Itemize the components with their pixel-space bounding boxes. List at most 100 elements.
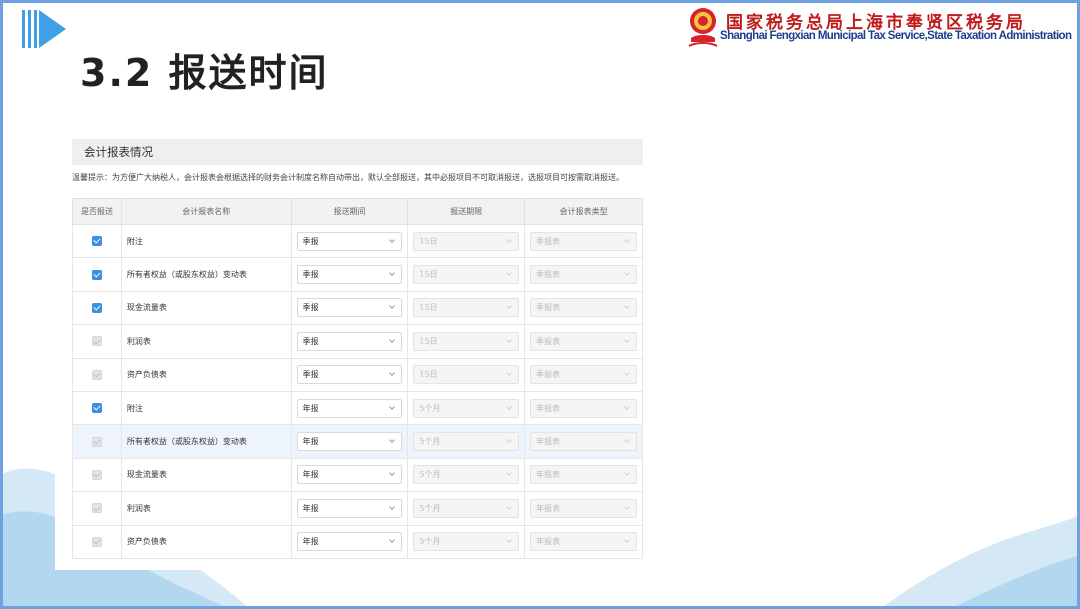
period-value: 季报 [302, 370, 319, 380]
report-name-cell: 附注 [120, 390, 292, 426]
type-select: 年报表 [530, 465, 637, 485]
chevron-down-icon [389, 470, 396, 477]
type-select: 季报表 [530, 331, 637, 351]
header-deadline: 报送期限 [407, 198, 526, 225]
period-select[interactable]: 季报 [296, 331, 403, 351]
type-select: 年报表 [530, 432, 637, 452]
period-select[interactable]: 季报 [296, 265, 403, 285]
period-value: 年报 [302, 537, 319, 547]
table-row: 利润表 年报 5个月 年报表 [72, 491, 643, 526]
table-row: 附注 季报 15日 季报表 [72, 223, 643, 259]
deadline-value: 15日 [419, 370, 438, 380]
type-select: 季报表 [530, 231, 637, 251]
deadline-select: 5个月 [413, 398, 520, 418]
type-value: 季报表 [536, 303, 561, 313]
deadline-select: 15日 [413, 331, 520, 351]
chevron-down-icon [624, 370, 630, 377]
chevron-down-icon [506, 236, 513, 243]
header-name: 会计报表名称 [120, 198, 292, 225]
period-value: 年报 [302, 503, 319, 513]
period-select[interactable]: 季报 [296, 365, 403, 385]
report-checkbox[interactable] [91, 269, 102, 280]
table-row: 所有者权益（或股东权益）变动表 年报 5个月 年报表 [72, 424, 643, 459]
chevron-down-icon [389, 337, 396, 343]
report-checkbox[interactable] [91, 403, 102, 414]
report-name-cell: 利润表 [120, 491, 292, 526]
period-value: 年报 [302, 470, 319, 480]
chevron-down-icon [389, 537, 396, 544]
type-value: 年报表 [536, 403, 561, 413]
deadline-value: 5个月 [419, 470, 441, 480]
period-select[interactable]: 年报 [296, 398, 403, 418]
type-value: 季报表 [536, 336, 561, 346]
section-title: 会计报表情况 [72, 139, 643, 165]
table-row: 附注 年报 5个月 年报表 [72, 390, 643, 426]
period-select[interactable]: 年报 [296, 532, 403, 552]
chevron-down-icon [624, 270, 630, 276]
type-value: 年报表 [536, 537, 561, 547]
type-select: 季报表 [530, 265, 637, 285]
type-value: 年报表 [536, 437, 561, 447]
deadline-value: 5个月 [419, 537, 441, 547]
period-value: 季报 [302, 270, 319, 280]
period-value: 季报 [302, 236, 319, 246]
type-select: 年报表 [530, 532, 637, 552]
period-select[interactable]: 年报 [296, 432, 403, 452]
period-value: 年报 [302, 403, 319, 413]
table-row: 现金流量表 季报 15日 季报表 [72, 290, 643, 326]
chevron-down-icon [506, 437, 513, 443]
table-row: 现金流量表 年报 5个月 年报表 [72, 457, 643, 493]
period-select[interactable]: 年报 [296, 498, 403, 518]
deadline-select: 15日 [413, 265, 520, 285]
header-type: 会计报表类型 [524, 198, 643, 225]
deadline-select: 15日 [413, 365, 520, 385]
type-select: 季报表 [530, 298, 637, 318]
corner-arrow-icon [22, 10, 66, 48]
period-select[interactable]: 季报 [296, 231, 403, 251]
chevron-down-icon [389, 437, 396, 443]
type-value: 年报表 [536, 470, 561, 480]
chevron-down-icon [506, 370, 513, 377]
type-select: 年报表 [530, 398, 637, 418]
chevron-down-icon [624, 303, 630, 310]
chevron-down-icon [624, 537, 630, 544]
deadline-value: 15日 [419, 270, 438, 280]
report-name-cell: 现金流量表 [120, 457, 292, 493]
report-checkbox [91, 436, 102, 447]
type-select: 季报表 [530, 365, 637, 385]
report-checkbox [91, 469, 102, 480]
chevron-down-icon [389, 403, 396, 410]
chevron-down-icon [624, 470, 630, 477]
org-name-en: Shanghai Fengxian Municipal Tax Service,… [720, 30, 1072, 42]
watercolor-wave-right [880, 515, 1080, 609]
report-name-cell: 资产负债表 [120, 357, 292, 392]
period-select[interactable]: 年报 [296, 465, 403, 485]
report-name-cell: 利润表 [120, 324, 292, 359]
report-checkbox [91, 369, 102, 380]
table-row: 利润表 季报 15日 季报表 [72, 324, 643, 359]
deadline-value: 5个月 [419, 403, 441, 413]
deadline-value: 15日 [419, 236, 438, 246]
deadline-value: 5个月 [419, 437, 441, 447]
deadline-value: 5个月 [419, 503, 441, 513]
period-select[interactable]: 季报 [296, 298, 403, 318]
report-checkbox[interactable] [91, 302, 102, 313]
chevron-down-icon [506, 337, 513, 343]
report-checkbox [91, 536, 102, 547]
chevron-down-icon [389, 236, 396, 243]
deadline-select: 5个月 [413, 465, 520, 485]
deadline-value: 15日 [419, 336, 438, 346]
chevron-down-icon [624, 236, 630, 243]
report-checkbox[interactable] [91, 236, 102, 247]
type-value: 季报表 [536, 270, 561, 280]
tip-text: 温馨提示：为方便广大纳税人，会计报表会根据选择的财务会计制度名称自动带出，默认全… [72, 173, 624, 182]
report-name-cell: 资产负债表 [120, 524, 292, 559]
report-name-cell: 附注 [120, 223, 292, 259]
table-row: 资产负债表 年报 5个月 年报表 [72, 524, 643, 559]
period-value: 季报 [302, 336, 319, 346]
report-name-cell: 所有者权益（或股东权益）变动表 [120, 424, 292, 459]
header-check: 是否报送 [72, 198, 122, 225]
period-value: 季报 [302, 303, 319, 313]
chevron-down-icon [506, 303, 513, 310]
chevron-down-icon [389, 503, 396, 510]
